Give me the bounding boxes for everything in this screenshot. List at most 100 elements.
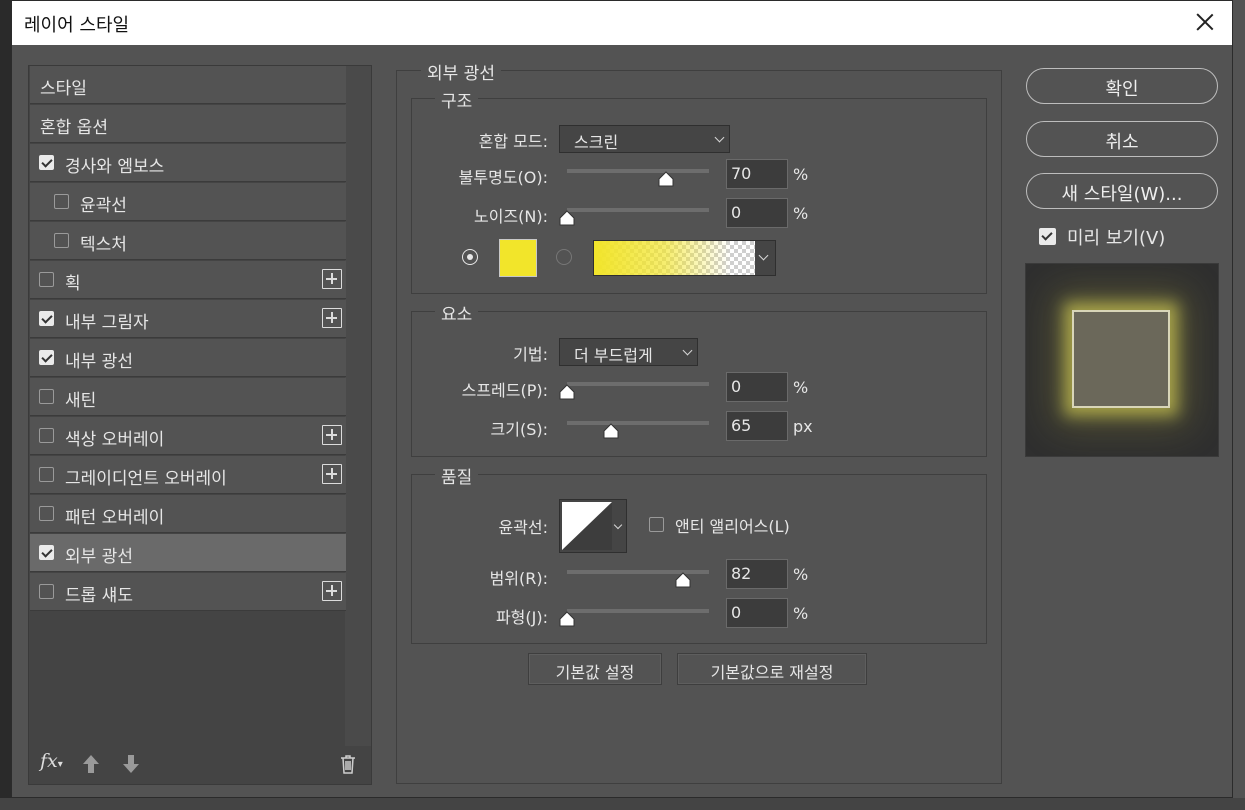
noise-label: 노이즈(N): [473,207,548,226]
style-list-item[interactable]: 스타일 [30,66,346,104]
slider-thumb[interactable] [559,210,575,226]
jitter-input[interactable]: 0 [726,598,788,628]
elements-title: 요소 [435,300,479,325]
slider-thumb[interactable] [603,423,619,439]
style-checkbox[interactable] [39,155,54,170]
style-list-item[interactable]: 혼합 옵션 [30,105,346,143]
glow-color-swatch[interactable] [499,239,537,277]
opacity-slider[interactable] [567,165,709,187]
gradient-picker[interactable] [593,240,776,276]
style-list-item[interactable]: 그레이디언트 오버레이 [30,456,346,494]
solid-color-radio[interactable] [462,249,478,265]
size-label: 크기(S): [490,420,548,439]
size-input[interactable]: 65 [726,411,788,441]
chevron-down-icon [613,520,623,530]
contour-preview [562,502,612,550]
range-input[interactable]: 82 [726,559,788,589]
close-icon[interactable] [1192,9,1218,35]
style-checkbox[interactable] [39,350,54,365]
gradient-dropdown-button[interactable] [755,241,775,275]
add-effect-icon[interactable] [322,464,342,484]
slider-track [567,609,709,613]
style-checkbox[interactable] [39,584,54,599]
slider-track [567,208,709,212]
fx-menu-button[interactable]: fx▾ [40,750,63,772]
slider-thumb[interactable] [559,384,575,400]
range-unit: % [793,565,809,584]
style-list-item[interactable]: 새틴 [30,378,346,416]
style-checkbox[interactable] [39,467,54,482]
style-list: 스타일혼합 옵션경사와 엠보스윤곽선텍스처 획 내부 그림자 내부 광선 새틴색상 오버… [28,65,372,785]
opacity-unit: % [793,165,809,184]
title-bar: 레이어 스타일 [12,1,1232,45]
contour-picker[interactable] [559,499,627,553]
style-list-item[interactable]: 외부 광선 [30,534,346,572]
style-list-item[interactable]: 색상 오버레이 [30,417,346,455]
style-list-scrollbar[interactable] [345,66,371,746]
style-checkbox[interactable] [39,545,54,560]
cancel-button[interactable]: 취소 [1026,121,1218,157]
preview-label: 미리 보기(V) [1067,228,1166,249]
background-bottom [0,798,1245,810]
style-list-item-label: 패턴 오버레이 [65,508,165,528]
add-effect-icon[interactable] [322,581,342,601]
add-effect-icon[interactable] [322,308,342,328]
size-unit: px [793,417,813,436]
style-list-item[interactable]: 패턴 오버레이 [30,495,346,533]
style-checkbox[interactable] [39,389,54,404]
gradient-radio[interactable] [556,249,572,265]
opacity-input[interactable]: 70 [726,159,788,189]
preview-thumbnail [1025,263,1219,457]
move-up-icon[interactable] [82,754,100,774]
style-list-item-label: 윤곽선 [80,196,127,216]
style-list-item-label: 스타일 [40,79,87,99]
style-list-item[interactable]: 드롭 섀도 [30,573,346,611]
preview-checkbox[interactable] [1039,228,1056,245]
ok-button[interactable]: 확인 [1026,68,1218,104]
style-list-item[interactable]: 내부 그림자 [30,300,346,338]
chevron-down-icon [758,250,769,261]
jitter-unit: % [793,604,809,623]
slider-track [567,382,709,386]
style-list-item[interactable]: 텍스처 [30,222,346,260]
style-list-item[interactable]: 획 [30,261,346,299]
chevron-down-icon [682,345,693,356]
move-down-icon[interactable] [122,754,140,774]
slider-track [567,421,709,425]
add-effect-icon[interactable] [322,425,342,445]
size-slider[interactable] [567,417,709,439]
style-list-item-label: 경사와 엠보스 [65,157,165,177]
spread-slider[interactable] [559,378,709,400]
style-checkbox[interactable] [39,311,54,326]
quality-title: 품질 [435,463,479,488]
add-effect-icon[interactable] [322,269,342,289]
blend-mode-dropdown[interactable]: 스크린 [559,125,730,153]
slider-thumb[interactable] [675,572,691,588]
reset-default-button[interactable]: 기본값으로 재설정 [677,653,867,685]
style-list-item[interactable]: 윤곽선 [30,183,346,221]
style-checkbox[interactable] [39,428,54,443]
style-list-item-label: 드롭 섀도 [65,586,133,606]
noise-input[interactable]: 0 [726,198,788,228]
slider-thumb[interactable] [658,171,674,187]
technique-dropdown[interactable]: 더 부드럽게 [559,338,698,366]
style-list-item-label: 색상 오버레이 [65,430,165,450]
structure-title: 구조 [435,87,479,112]
spread-input[interactable]: 0 [726,372,788,402]
trash-icon[interactable] [340,754,356,774]
style-checkbox[interactable] [54,233,69,248]
noise-slider[interactable] [559,204,709,226]
style-checkbox[interactable] [39,506,54,521]
range-slider[interactable] [567,566,709,588]
jitter-slider[interactable] [559,605,709,627]
style-checkbox[interactable] [54,194,69,209]
style-checkbox[interactable] [39,272,54,287]
style-list-item[interactable]: 경사와 엠보스 [30,144,346,182]
slider-track [567,169,709,173]
antialias-checkbox[interactable] [649,517,664,532]
new-style-button[interactable]: 새 스타일(W)... [1026,173,1218,209]
slider-thumb[interactable] [559,611,575,627]
make-default-button[interactable]: 기본값 설정 [528,653,662,685]
antialias-label: 앤티 앨리어스(L) [675,517,790,536]
style-list-item[interactable]: 내부 광선 [30,339,346,377]
